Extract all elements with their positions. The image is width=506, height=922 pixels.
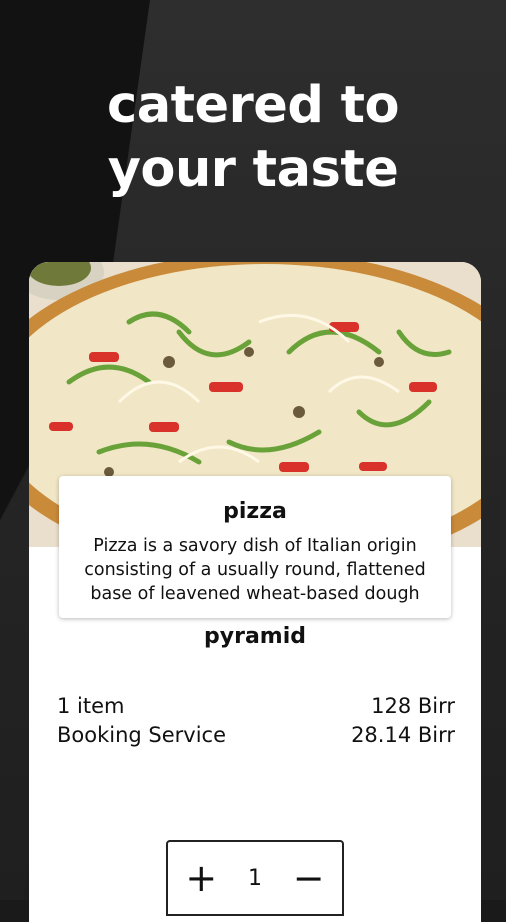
item-description: Pizza is a savory dish of Italian origin… bbox=[84, 536, 426, 604]
items-price: 128 Birr bbox=[371, 694, 455, 718]
quantity-value: 1 bbox=[247, 865, 262, 891]
restaurant-name: pyramid bbox=[204, 624, 306, 649]
increase-button[interactable]: + bbox=[181, 858, 221, 898]
headline-line-2: your taste bbox=[107, 140, 399, 199]
promo-headline: catered to your taste bbox=[0, 74, 506, 202]
service-row: Booking Service 28.14 Birr bbox=[57, 721, 455, 749]
items-row: 1 item 128 Birr bbox=[57, 692, 455, 720]
items-label: 1 item bbox=[57, 694, 125, 718]
item-title: pizza bbox=[223, 499, 287, 524]
decrease-button[interactable]: − bbox=[289, 858, 329, 898]
app-screen: pizza Pizza is a savory dish of Italian … bbox=[29, 262, 481, 922]
service-label: Booking Service bbox=[57, 723, 227, 747]
quantity-stepper: + 1 − bbox=[166, 840, 344, 916]
headline-line-1: catered to bbox=[106, 76, 400, 135]
service-price: 28.14 Birr bbox=[351, 723, 455, 747]
item-info-card: pizza Pizza is a savory dish of Italian … bbox=[59, 476, 451, 618]
